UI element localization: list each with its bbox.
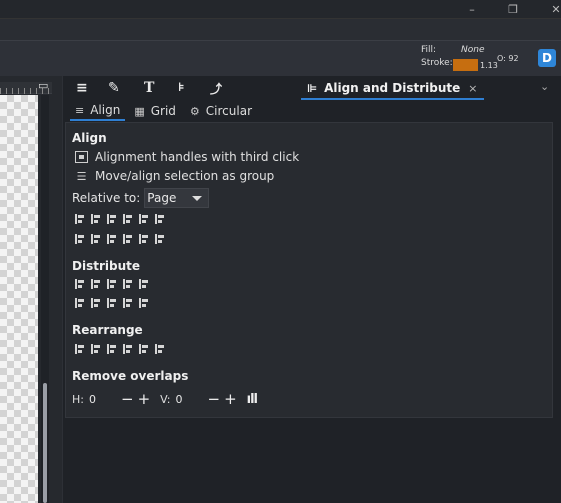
- distribute-gaps-h-icon[interactable]: [122, 278, 134, 290]
- unclump-icon[interactable]: [154, 343, 166, 355]
- randomize-positions-icon[interactable]: [138, 343, 150, 355]
- xml-icon[interactable]: ⤴: [210, 80, 222, 97]
- distribute-vertical-baseline-icon[interactable]: [138, 297, 150, 309]
- v-gap-minus-button[interactable]: −: [207, 390, 220, 408]
- align-top-icon[interactable]: [90, 233, 102, 245]
- minimize-button[interactable]: –: [452, 0, 492, 18]
- relative-to-value: Page: [147, 191, 177, 205]
- rearrange-buttons: [74, 343, 170, 355]
- align-icon: ≡: [75, 103, 85, 117]
- v-gap-plus-button[interactable]: +: [224, 390, 237, 408]
- canvas[interactable]: [0, 95, 38, 503]
- caret-down-icon: [192, 195, 203, 201]
- relative-to-select[interactable]: Page: [144, 188, 210, 208]
- v-gap-input[interactable]: 0: [175, 393, 205, 406]
- tab-align[interactable]: ≡ Align: [70, 101, 126, 121]
- title-bar: – ❐ ✕: [0, 0, 561, 18]
- distribute-vertical-buttons: [74, 297, 154, 309]
- h-gap-minus-button[interactable]: −: [121, 390, 134, 408]
- graph-layout-icon[interactable]: [74, 343, 86, 355]
- fill-value: None: [461, 45, 485, 55]
- close-icon[interactable]: ×: [468, 82, 477, 95]
- align-heading: Align: [72, 131, 107, 145]
- tab-grid[interactable]: ▦ Grid: [129, 101, 181, 121]
- relative-to-label: Relative to:: [72, 191, 141, 205]
- align-bottom-icon[interactable]: [122, 233, 134, 245]
- distribute-gaps-v-icon[interactable]: [122, 297, 134, 309]
- h-gap-label: H:: [72, 392, 84, 406]
- fill-label: Fill:: [421, 45, 437, 55]
- h-gap-input[interactable]: 0: [89, 393, 119, 406]
- distribute-left-icon[interactable]: [74, 278, 86, 290]
- move-as-group-label: Move/align selection as group: [95, 169, 275, 183]
- fill-stroke-icon[interactable]: ✎: [108, 80, 120, 96]
- circular-icon: ⚙: [189, 104, 200, 118]
- text-icon[interactable]: T: [144, 80, 154, 96]
- tab-circular[interactable]: ⚙ Circular: [185, 101, 257, 121]
- chevron-down-icon[interactable]: ⌄: [540, 80, 549, 93]
- align-baseline-icon[interactable]: [154, 233, 166, 245]
- maximize-button[interactable]: ❐: [493, 0, 533, 18]
- distribute-center-h-icon[interactable]: [90, 278, 102, 290]
- dock-tab-bar: ≡ ✎ T ⊧ ⤴ ⊫ Align and Distribute ×: [62, 78, 561, 100]
- align-vertical-buttons: [74, 233, 170, 245]
- close-window-button[interactable]: ✕: [536, 0, 561, 18]
- remove-overlaps-heading: Remove overlaps: [72, 369, 189, 383]
- exchange-z-order-icon[interactable]: [106, 343, 118, 355]
- document-properties-icon[interactable]: ⊧: [178, 80, 185, 94]
- relative-to-row: Relative to: Page: [72, 188, 210, 208]
- tab-align-and-distribute[interactable]: ⊫ Align and Distribute ×: [301, 78, 484, 100]
- distribute-baseline-icon[interactable]: [138, 278, 150, 290]
- app-logo-icon[interactable]: D: [538, 49, 556, 67]
- tab-label: Align: [90, 103, 121, 117]
- align-left-to-right-icon[interactable]: [138, 213, 150, 225]
- align-tab-icon: ⊫: [307, 81, 318, 95]
- remove-overlaps-row: H: 0 − + V: 0 − + ıll: [72, 390, 258, 408]
- distribute-bottom-icon[interactable]: [106, 297, 118, 309]
- move-as-group-toggle[interactable]: ☰ Move/align selection as group: [75, 169, 275, 183]
- align-top-to-bottom-icon[interactable]: [138, 233, 150, 245]
- scrollbar-thumb[interactable]: [43, 383, 47, 503]
- align-subtabs: ≡ Align ▦ Grid ⚙ Circular: [70, 101, 261, 121]
- align-horizontal-buttons: [74, 213, 170, 225]
- menu-bar: [0, 18, 561, 40]
- tab-label: Align and Distribute: [324, 81, 461, 95]
- remove-overlaps-icon[interactable]: ıll: [247, 392, 258, 407]
- exchange-clockwise-icon[interactable]: [122, 343, 134, 355]
- alignment-handles-label: Alignment handles with third click: [95, 150, 300, 164]
- tab-label: Circular: [205, 104, 253, 118]
- h-gap-plus-button[interactable]: +: [138, 390, 151, 408]
- align-bottom-to-top-icon[interactable]: [74, 233, 86, 245]
- alignment-handles-icon: [75, 151, 88, 163]
- tab-label: Grid: [150, 104, 176, 118]
- align-center-horizontal-icon[interactable]: [106, 213, 118, 225]
- stroke-width-value[interactable]: 1.13: [480, 61, 498, 70]
- distribute-top-icon[interactable]: [74, 297, 86, 309]
- align-right-to-left-icon[interactable]: [74, 213, 86, 225]
- stroke-color-swatch[interactable]: [453, 59, 478, 71]
- alignment-handles-toggle[interactable]: Alignment handles with third click: [75, 150, 299, 164]
- objects-icon[interactable]: ≡: [76, 80, 88, 96]
- distribute-heading: Distribute: [72, 259, 140, 273]
- exchange-selection-order-icon[interactable]: [90, 343, 102, 355]
- group-icon: ☰: [76, 169, 87, 183]
- align-center-vertical-icon[interactable]: [106, 233, 118, 245]
- rearrange-heading: Rearrange: [72, 323, 143, 337]
- distribute-horizontal-buttons: [74, 278, 154, 290]
- distribute-right-icon[interactable]: [106, 278, 118, 290]
- display-mode-icon[interactable]: ▭: [38, 79, 48, 92]
- grid-icon: ▦: [134, 104, 145, 118]
- align-text-baseline-icon[interactable]: [154, 213, 166, 225]
- align-right-icon[interactable]: [122, 213, 134, 225]
- opacity-value[interactable]: O: 92: [497, 54, 519, 63]
- align-left-icon[interactable]: [90, 213, 102, 225]
- distribute-center-v-icon[interactable]: [90, 297, 102, 309]
- v-gap-label: V:: [160, 392, 171, 406]
